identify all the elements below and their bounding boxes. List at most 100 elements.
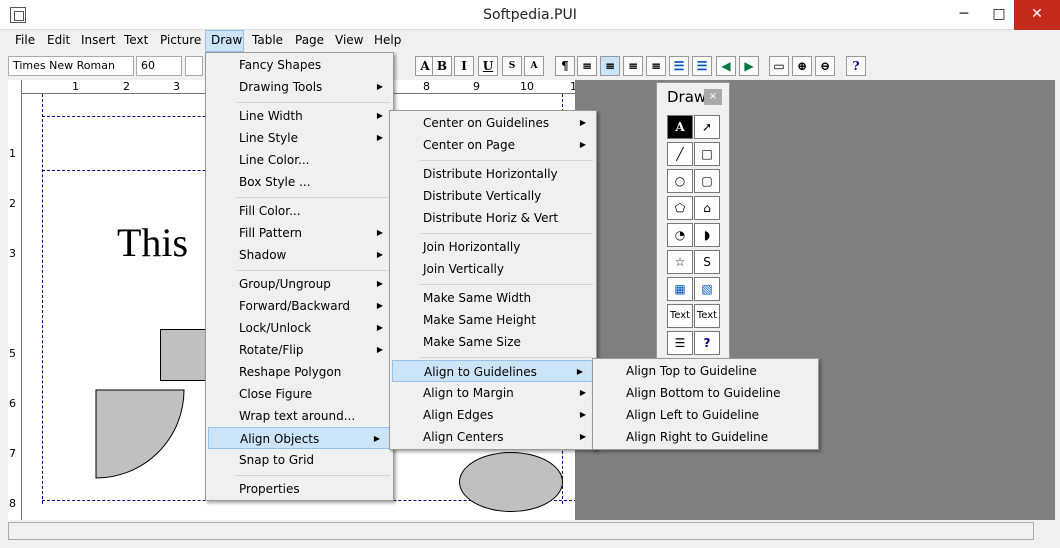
menu-item-fill-color[interactable]: Fill Color... [206, 200, 393, 222]
menu-item-line-style[interactable]: Line Style ▶ [206, 127, 393, 149]
document-text[interactable]: This [117, 219, 188, 266]
line-style-tool-icon[interactable]: ☰ [667, 331, 693, 355]
align-right-icon[interactable]: ≡ [623, 56, 643, 76]
menu-item-wrap-text[interactable]: Wrap text around... [206, 405, 393, 427]
menu-item-align-to-guidelines[interactable]: Align to Guidelines ▶ [392, 360, 594, 382]
menu-item-fill-pattern[interactable]: Fill Pattern ▶ [206, 222, 393, 244]
menu-item-make-same-size[interactable]: Make Same Size [390, 331, 596, 353]
menu-item-distribute-horizontally[interactable]: Distribute Horizontally [390, 163, 596, 185]
draw-help-icon[interactable]: ? [694, 331, 720, 355]
menu-item-align-left-to-guideline[interactable]: Align Left to Guideline [593, 404, 818, 426]
font-size-field[interactable]: 60 [136, 56, 182, 76]
menu-draw[interactable]: Draw [205, 30, 244, 52]
polyline-tool-icon[interactable]: ⌂ [694, 196, 720, 220]
menu-item-label: Center on Page [423, 138, 516, 152]
paragraph-icon[interactable]: ¶ [555, 56, 575, 76]
menu-page[interactable]: Page [295, 33, 324, 47]
rectangle-shape[interactable] [160, 329, 210, 381]
menu-item-align-objects[interactable]: Align Objects ▶ [208, 427, 391, 449]
bullet-list-icon[interactable]: ☰ [669, 56, 689, 76]
menu-item-center-on-guidelines[interactable]: Center on Guidelines ▶ [390, 112, 596, 134]
draw-panel-close-button[interactable]: × [704, 89, 722, 105]
help-icon[interactable]: ? [846, 56, 866, 76]
pointer-tool-icon[interactable]: ➚ [694, 115, 720, 139]
menu-item-align-edges[interactable]: Align Edges ▶ [390, 404, 596, 426]
page-view-icon[interactable]: ▭ [769, 56, 789, 76]
menu-item-distribute-horiz-vert[interactable]: Distribute Horiz & Vert [390, 207, 596, 229]
menu-item-align-top-to-guideline[interactable]: Align Top to Guideline [593, 360, 818, 382]
menu-item-shadow[interactable]: Shadow ▶ [206, 244, 393, 266]
quarter-circle-shape[interactable] [95, 389, 187, 481]
rectangle-tool-icon[interactable]: □ [694, 142, 720, 166]
menu-item-make-same-height[interactable]: Make Same Height [390, 309, 596, 331]
menu-item-line-width[interactable]: Line Width ▶ [206, 105, 393, 127]
menu-item-label: Line Width [239, 109, 303, 123]
bold-icon[interactable]: B [432, 56, 452, 76]
menu-item-drawing-tools[interactable]: Drawing Tools ▶ [206, 76, 393, 98]
ellipse-tool-icon[interactable]: ○ [667, 169, 693, 193]
close-button[interactable]: ✕ [1014, 0, 1060, 30]
align-center-icon[interactable]: ≡ [577, 56, 597, 76]
line-tool-icon[interactable]: ╱ [667, 142, 693, 166]
zoom-out-icon[interactable]: ⊖ [815, 56, 835, 76]
menu-item-box-style[interactable]: Box Style ... [206, 171, 393, 193]
align-left-icon[interactable]: ≡ [600, 56, 620, 76]
menu-item-rotate-flip[interactable]: Rotate/Flip ▶ [206, 339, 393, 361]
ellipse-shape[interactable] [459, 452, 563, 512]
menu-item-label: Fancy Shapes [239, 58, 322, 72]
font-name-field[interactable]: Times New Roman [8, 56, 134, 76]
menu-insert[interactable]: Insert [81, 33, 115, 47]
arc-tool-icon[interactable]: ◗ [694, 223, 720, 247]
strikethrough-icon[interactable]: S [502, 56, 522, 76]
menu-item-forward-backward[interactable]: Forward/Backward ▶ [206, 295, 393, 317]
menu-item-align-to-margin[interactable]: Align to Margin ▶ [390, 382, 596, 404]
menu-separator [236, 270, 390, 271]
star-tool-icon[interactable]: ☆ [667, 250, 693, 274]
rounded-rect-tool-icon[interactable]: ▢ [694, 169, 720, 193]
menu-help[interactable]: Help [374, 33, 401, 47]
numbered-list-icon[interactable]: ☰ [692, 56, 712, 76]
text-box-tool-icon[interactable]: Text [667, 304, 693, 328]
menu-item-center-on-page[interactable]: Center on Page ▶ [390, 134, 596, 156]
justify-icon[interactable]: ≡ [646, 56, 666, 76]
menu-item-lock-unlock[interactable]: Lock/Unlock ▶ [206, 317, 393, 339]
menu-item-snap-to-grid[interactable]: Snap to Grid [206, 449, 393, 471]
italic-icon[interactable]: I [454, 56, 474, 76]
menu-item-reshape-polygon[interactable]: Reshape Polygon [206, 361, 393, 383]
menu-edit[interactable]: Edit [47, 33, 70, 47]
text-tool-icon[interactable]: A [667, 115, 693, 139]
menu-picture[interactable]: Picture [160, 33, 201, 47]
menu-item-align-centers[interactable]: Align Centers ▶ [390, 426, 596, 448]
menu-item-join-vertically[interactable]: Join Vertically [390, 258, 596, 280]
menu-table[interactable]: Table [252, 33, 283, 47]
zoom-in-icon[interactable]: ⊕ [792, 56, 812, 76]
menu-item-label: Fill Color... [239, 204, 301, 218]
menu-item-close-figure[interactable]: Close Figure [206, 383, 393, 405]
menu-item-fancy-shapes[interactable]: Fancy Shapes [206, 54, 393, 76]
menu-item-label: Align Bottom to Guideline [626, 386, 781, 400]
menu-text[interactable]: Text [124, 33, 148, 47]
menu-item-distribute-vertically[interactable]: Distribute Vertically [390, 185, 596, 207]
framed-text-tool-icon[interactable]: Text [694, 304, 720, 328]
menu-item-make-same-width[interactable]: Make Same Width [390, 287, 596, 309]
pie-tool-icon[interactable]: ◔ [667, 223, 693, 247]
indent-icon[interactable]: ▶ [739, 56, 759, 76]
menu-item-group-ungroup[interactable]: Group/Ungroup ▶ [206, 273, 393, 295]
minimize-button[interactable]: ─ [950, 0, 978, 30]
underline-icon[interactable]: U [478, 56, 498, 76]
pattern-tool-icon[interactable]: ▧ [694, 277, 720, 301]
menu-item-line-color[interactable]: Line Color... [206, 149, 393, 171]
maximize-button[interactable]: □ [985, 0, 1013, 30]
menu-view[interactable]: View [335, 33, 363, 47]
polygon-tool-icon[interactable]: ⬠ [667, 196, 693, 220]
text-color-icon[interactable]: A [524, 56, 544, 76]
outdent-icon[interactable]: ◀ [716, 56, 736, 76]
page-icon[interactable] [185, 56, 203, 76]
menu-item-properties[interactable]: Properties [206, 478, 393, 500]
menu-item-align-right-to-guideline[interactable]: Align Right to Guideline [593, 426, 818, 448]
menu-item-join-horizontally[interactable]: Join Horizontally [390, 236, 596, 258]
fill-tool-icon[interactable]: ▦ [667, 277, 693, 301]
curve-tool-icon[interactable]: S [694, 250, 720, 274]
menu-item-align-bottom-to-guideline[interactable]: Align Bottom to Guideline [593, 382, 818, 404]
menu-file[interactable]: File [15, 33, 35, 47]
